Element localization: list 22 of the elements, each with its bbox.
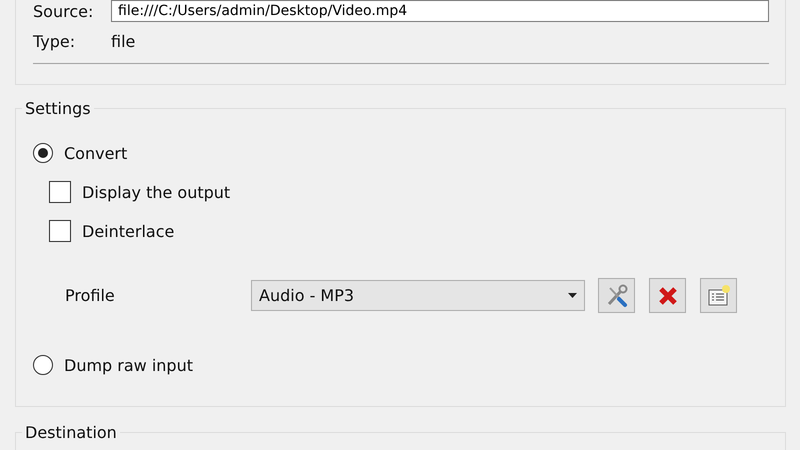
radio-label: Convert [64, 144, 128, 162]
profile-dropdown[interactable]: Audio - MP3 [251, 280, 585, 311]
checkbox[interactable] [49, 181, 71, 203]
radio-label: Dump raw input [64, 356, 193, 374]
checkbox-label: Deinterlace [82, 222, 174, 240]
checkbox-label: Display the output [82, 182, 230, 202]
type-label: Type: [33, 32, 76, 51]
cross-icon [658, 286, 678, 306]
caret-icon [568, 293, 577, 298]
settings-title: Settings [24, 99, 92, 118]
type-value: file [111, 32, 136, 51]
edit-profile-button[interactable] [598, 278, 635, 313]
destination-title: Destination [24, 423, 118, 442]
checkbox[interactable] [49, 220, 71, 242]
profile-label: Profile [65, 286, 116, 305]
source-label: Source: [33, 2, 94, 20]
new-document-icon [706, 284, 732, 308]
source-field[interactable]: file:///C:/Users/admin/Desktop/Video.mp4 [111, 0, 769, 22]
new-profile-button[interactable] [700, 278, 737, 313]
delete-profile-button[interactable] [649, 278, 686, 313]
radio-button[interactable] [33, 355, 53, 375]
radio-button[interactable] [33, 143, 53, 163]
